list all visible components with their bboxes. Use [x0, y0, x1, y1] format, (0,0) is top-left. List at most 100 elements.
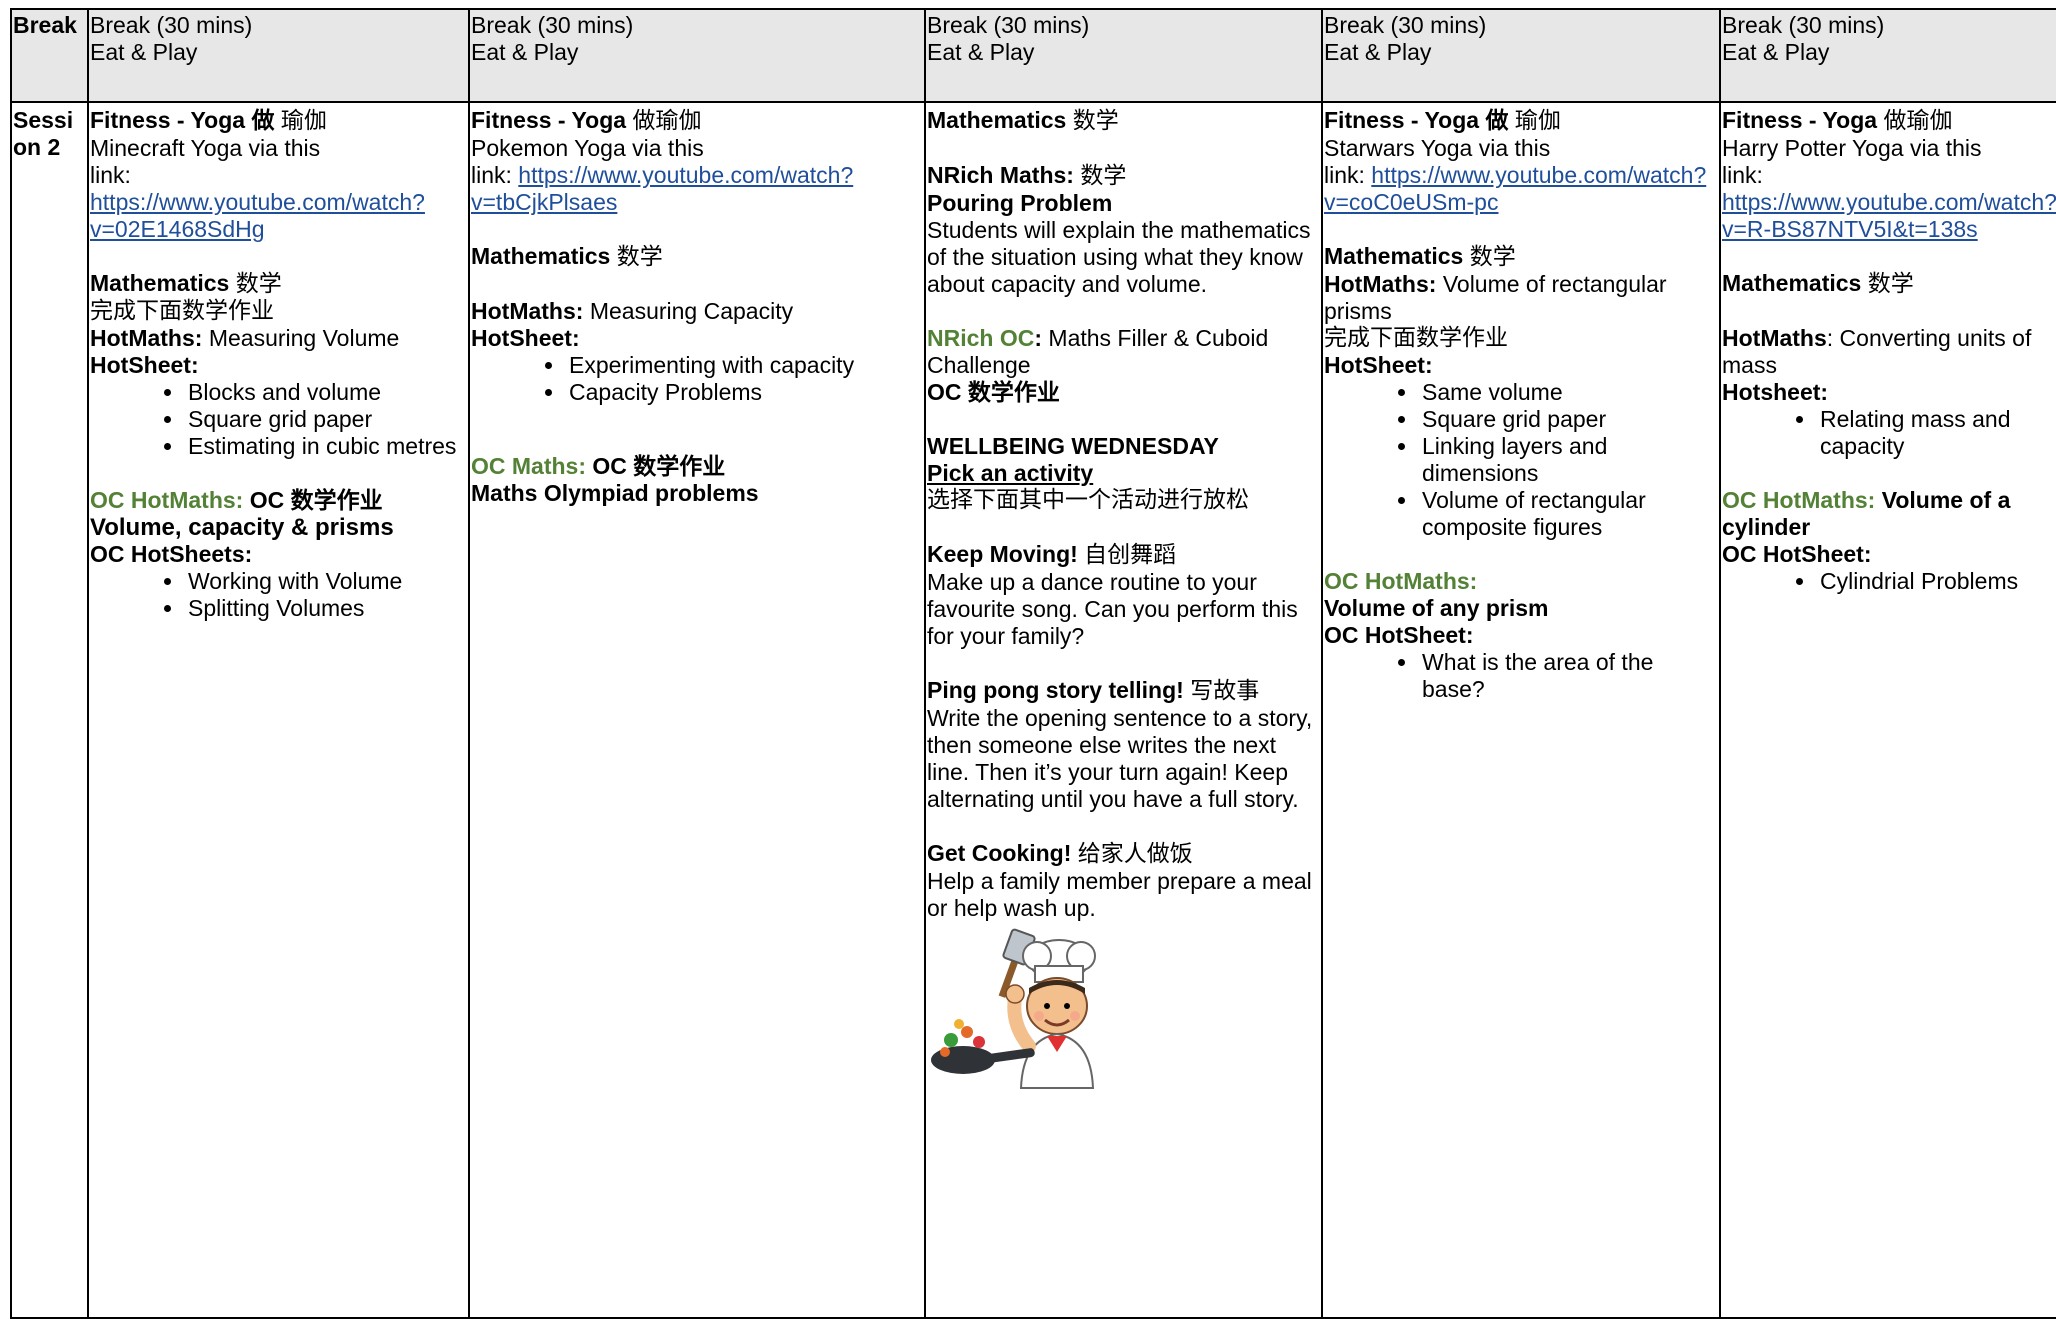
hotmaths-text: Measuring Capacity: [583, 298, 794, 324]
timetable: Break Break (30 mins) Eat & Play Break (3…: [10, 8, 2056, 1319]
list-item: What is the area of the base?: [1419, 649, 1719, 703]
list-item: Blocks and volume: [185, 379, 468, 406]
session-2-cell-mon: Fitness - Yoga 做 瑜伽 Minecraft Yoga via t…: [87, 101, 470, 1319]
chef-illustration: [931, 928, 1096, 1089]
list-item: Linking layers and dimensions: [1419, 433, 1719, 487]
math-cn: 数学: [235, 271, 282, 297]
link-prefix: link:: [471, 162, 519, 188]
hotsheet-label: HotSheet:: [1324, 352, 1433, 378]
fitness-cn: 瑜伽: [280, 108, 327, 134]
math-title: Mathematics: [1324, 243, 1464, 269]
link-prefix: link:: [90, 162, 131, 188]
oc-title: Volume, capacity & prisms: [90, 514, 394, 541]
list-item: Square grid paper: [1419, 406, 1719, 433]
olympiad-text: Maths Olympiad problems: [471, 480, 759, 506]
fitness-cn: 做瑜伽: [632, 108, 702, 134]
break-subtitle: Eat & Play: [90, 39, 198, 65]
fitness-cn-bold: 做: [251, 107, 275, 133]
list-item: Working with Volume: [185, 568, 468, 595]
fitness-cn: 瑜伽: [1514, 108, 1561, 134]
break-cell-mon: Break (30 mins) Eat & Play: [87, 8, 470, 103]
nrich-oc-colon: :: [1034, 325, 1043, 351]
math-cn-instruction: 完成下面数学作业: [90, 298, 274, 324]
yoga-link[interactable]: https://www.youtube.com/watch?v=tbCjkPls…: [471, 162, 853, 215]
ping-pong-title: Ping pong story telling!: [927, 677, 1184, 703]
oc-hotmaths-label: OC HotMaths:: [1324, 568, 1478, 594]
oc-title: Volume of any prism: [1324, 595, 1549, 621]
oc-hotmaths-label: OC HotMaths:: [1722, 487, 1876, 513]
list-item: Square grid paper: [185, 406, 468, 433]
yoga-link[interactable]: https://www.youtube.com/watch?v=02E1468S…: [90, 189, 425, 242]
pouring-title: Pouring Problem: [927, 190, 1113, 216]
fitness-title: Fitness - Yoga: [471, 107, 627, 133]
pick-activity-cn: 选择下面其中一个活动进行放松: [927, 487, 1249, 513]
break-title: Break (30 mins): [1324, 12, 1487, 38]
oc-maths-label: OC Maths:: [471, 453, 586, 479]
oc-cn: OC 数学作业: [243, 487, 383, 513]
hotmaths-label: HotMaths:: [1324, 271, 1437, 297]
pick-activity: Pick an activity: [927, 460, 1094, 486]
math-cn: 数学: [1072, 108, 1119, 134]
math-cn: 数学: [616, 244, 663, 270]
ping-pong-cn: 写故事: [1190, 678, 1260, 704]
hotmaths-label: HotMaths:: [90, 325, 203, 351]
math-title: Mathematics: [471, 243, 611, 269]
session-2-cell-thu: Fitness - Yoga 做 瑜伽 Starwars Yoga via th…: [1321, 101, 1721, 1319]
fitness-cn-bold: 做: [1485, 107, 1509, 133]
yoga-text: Starwars Yoga via this: [1324, 135, 1551, 161]
break-subtitle: Eat & Play: [1324, 39, 1432, 65]
yoga-text: Harry Potter Yoga via this: [1722, 135, 1982, 161]
cooking-title: Get Cooking!: [927, 840, 1072, 866]
list-item: Estimating in cubic metres: [185, 433, 468, 460]
break-title: Break (30 mins): [471, 12, 634, 38]
yoga-text: Pokemon Yoga via this: [471, 135, 704, 161]
link-prefix: link:: [1324, 162, 1372, 188]
break-title: Break (30 mins): [927, 12, 1090, 38]
fitness-title: Fitness - Yoga: [90, 107, 246, 133]
link-prefix: link:: [1722, 162, 1763, 188]
list-item: Capacity Problems: [566, 379, 924, 406]
math-cn-instruction: 完成下面数学作业: [1324, 325, 1508, 351]
wellbeing-title: WELLBEING WEDNESDAY: [927, 433, 1219, 459]
math-cn: 数学: [1469, 244, 1516, 270]
oc-cn: OC 数学作业: [586, 453, 726, 479]
hotmaths-label: HotMaths: [1722, 325, 1827, 351]
cooking-cn: 给家人做饭: [1077, 841, 1193, 867]
list-item: Experimenting with capacity: [566, 352, 924, 379]
oc-hotsheets-label: OC HotSheets:: [90, 541, 253, 567]
list-item: Splitting Volumes: [185, 595, 468, 622]
yoga-text: Minecraft Yoga via this: [90, 135, 321, 161]
hotsheet-label: HotSheet:: [471, 325, 580, 351]
nrich-cn: 数学: [1080, 163, 1127, 189]
math-cn: 数学: [1867, 271, 1914, 297]
oc-hotsheet-label: OC HotSheet:: [1324, 622, 1474, 648]
break-subtitle: Eat & Play: [927, 39, 1035, 65]
nrich-oc-label: NRich OC: [927, 325, 1035, 351]
hotsheet-list: Blocks and volume Square grid paper Esti…: [90, 379, 468, 460]
list-item: Relating mass and capacity: [1817, 406, 2056, 460]
hotsheet-label: HotSheet:: [90, 352, 199, 378]
break-cell-tue: Break (30 mins) Eat & Play: [468, 8, 926, 103]
list-item: Cylindrial Problems: [1817, 568, 2056, 595]
oc-cn: OC 数学作业: [927, 379, 1060, 405]
hotmaths-text: Measuring Volume: [202, 325, 400, 351]
cooking-text: Help a family member prepare a meal or h…: [927, 868, 1312, 921]
break-subtitle: Eat & Play: [1722, 39, 1830, 65]
oc-hotsheet-list: What is the area of the base?: [1324, 649, 1719, 703]
hotsheet-label: Hotsheet:: [1722, 379, 1829, 405]
list-item: Same volume: [1419, 379, 1719, 406]
nrich-label: NRich Maths:: [927, 162, 1074, 188]
oc-hotsheet-list: Cylindrial Problems: [1722, 568, 2056, 595]
yoga-link[interactable]: https://www.youtube.com/watch?v=R-BS87NT…: [1722, 189, 2056, 242]
math-title: Mathematics: [1722, 270, 1862, 296]
fitness-cn: 做瑜伽: [1883, 108, 1953, 134]
session-2-label: Session 2: [10, 101, 89, 1319]
fitness-title: Fitness - Yoga: [1324, 107, 1480, 133]
session-2-cell-tue: Fitness - Yoga 做瑜伽 Pokemon Yoga via this…: [468, 101, 926, 1319]
break-cell-thu: Break (30 mins) Eat & Play: [1321, 8, 1721, 103]
session-2-row: Session 2 Fitness - Yoga 做 瑜伽 Minecraft …: [10, 101, 2056, 1319]
fitness-title: Fitness - Yoga: [1722, 107, 1878, 133]
break-cell-wed: Break (30 mins) Eat & Play: [924, 8, 1323, 103]
yoga-link[interactable]: https://www.youtube.com/watch?v=coC0eUSm…: [1324, 162, 1706, 215]
math-title: Mathematics: [90, 270, 230, 296]
